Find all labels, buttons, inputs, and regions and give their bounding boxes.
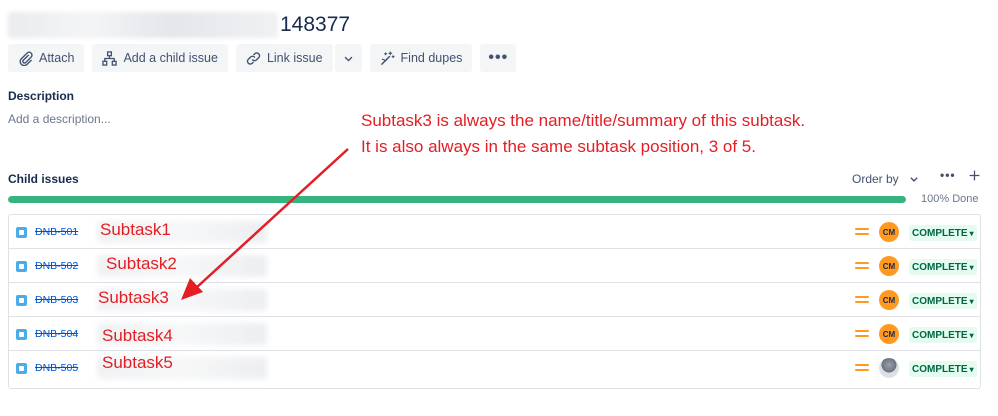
paperclip-icon — [19, 51, 33, 66]
redacted-title — [8, 12, 278, 38]
chevron-down-icon: ▾ — [969, 228, 974, 238]
child-issues-progress-bar — [8, 196, 906, 203]
status-badge[interactable]: COMPLETE ▾ — [909, 361, 977, 377]
plus-icon[interactable] — [968, 169, 981, 182]
chevron-down-icon — [344, 56, 352, 62]
issue-summary[interactable]: Subtask2 — [106, 254, 177, 274]
issue-key-link[interactable]: DNB-502 — [35, 260, 78, 272]
status-badge[interactable]: COMPLETE ▾ — [909, 327, 977, 343]
child-issues-heading: Child issues — [8, 172, 79, 186]
subtask-icon — [16, 261, 27, 272]
order-by-control[interactable]: Order by — [852, 172, 919, 186]
child-issue-row[interactable]: DNB-505 Subtask5 COMPLETE ▾ — [9, 351, 980, 385]
link-issue-dropdown-button[interactable] — [334, 44, 362, 72]
issue-key-link[interactable]: DNB-503 — [35, 294, 78, 306]
attach-label: Attach — [39, 51, 75, 65]
avatar[interactable]: CM — [879, 222, 899, 242]
description-heading: Description — [8, 89, 75, 103]
issue-key-link[interactable]: DNB-501 — [35, 226, 78, 238]
status-badge[interactable]: COMPLETE ▾ — [909, 259, 977, 275]
annotation-line-2: It is also always in the same subtask po… — [361, 137, 756, 156]
medium-priority-icon — [855, 227, 869, 237]
status-badge[interactable]: COMPLETE ▾ — [909, 225, 977, 241]
avatar[interactable]: CM — [879, 324, 899, 344]
find-dupes-label: Find dupes — [400, 51, 463, 65]
issue-toolbar: Attach Add a child issue Link issue Find… — [8, 44, 517, 72]
hierarchy-icon — [102, 50, 118, 66]
link-issue-label: Link issue — [266, 51, 323, 65]
link-issue-split-button: Link issue — [235, 44, 362, 72]
progress-fill — [8, 196, 906, 203]
status-label: COMPLETE — [912, 363, 968, 375]
chevron-down-icon: ▾ — [969, 330, 974, 340]
child-issues-list: DNB-501 Subtask1 CM COMPLETE ▾ DNB-502 Su… — [8, 214, 981, 389]
status-badge[interactable]: COMPLETE ▾ — [909, 293, 977, 309]
status-label: COMPLETE — [912, 329, 968, 341]
child-issue-row[interactable]: DNB-503 Subtask3 CM COMPLETE ▾ — [9, 283, 980, 317]
status-label: COMPLETE — [912, 227, 968, 239]
medium-priority-icon — [855, 329, 869, 339]
avatar[interactable]: CM — [879, 256, 899, 276]
avatar[interactable]: CM — [879, 290, 899, 310]
avatar[interactable] — [879, 358, 899, 378]
chevron-down-icon — [910, 177, 918, 182]
child-issue-row[interactable]: DNB-504 Subtask4 CM COMPLETE ▾ — [9, 317, 980, 351]
chevron-down-icon: ▾ — [969, 296, 974, 306]
issue-key-link[interactable]: DNB-504 — [35, 328, 78, 340]
subtask-icon — [16, 329, 27, 340]
issue-summary[interactable]: Subtask1 — [100, 220, 171, 240]
find-dupes-button[interactable]: Find dupes — [369, 44, 473, 72]
issue-title-text: 148377 — [280, 13, 351, 36]
progress-text: 100% Done — [921, 193, 979, 205]
status-label: COMPLETE — [912, 261, 968, 273]
child-issue-row[interactable]: DNB-501 Subtask1 CM COMPLETE ▾ — [9, 215, 980, 249]
medium-priority-icon — [855, 261, 869, 271]
attach-button[interactable]: Attach — [8, 44, 85, 72]
subtask-icon — [16, 295, 27, 306]
add-child-issue-label: Add a child issue — [123, 51, 218, 65]
more-actions-button[interactable]: ••• — [480, 44, 517, 72]
magic-wand-icon — [380, 50, 395, 65]
issue-summary[interactable]: Subtask3 — [98, 288, 169, 308]
chevron-down-icon: ▾ — [969, 364, 974, 374]
medium-priority-icon — [855, 295, 869, 305]
child-issues-actions: ••• — [940, 168, 981, 182]
child-issue-row[interactable]: DNB-502 Subtask2 CM COMPLETE ▾ — [9, 249, 980, 283]
add-child-issue-button[interactable]: Add a child issue — [92, 44, 228, 72]
order-by-label: Order by — [852, 172, 899, 186]
medium-priority-icon — [855, 363, 869, 373]
subtask-icon — [16, 363, 27, 374]
subtask-icon — [16, 227, 27, 238]
annotation-note: Subtask3 is always the name/title/summar… — [361, 108, 805, 160]
issue-key-link[interactable]: DNB-505 — [35, 362, 78, 374]
child-issues-more-button[interactable]: ••• — [940, 168, 956, 182]
issue-title[interactable]: 148377 — [8, 10, 350, 40]
chevron-down-icon: ▾ — [969, 262, 974, 272]
issue-summary[interactable]: Subtask5 — [102, 353, 173, 373]
issue-summary[interactable]: Subtask4 — [102, 326, 173, 346]
status-label: COMPLETE — [912, 295, 968, 307]
link-icon — [246, 51, 261, 65]
description-input[interactable]: Add a description... — [8, 112, 111, 126]
annotation-line-1: Subtask3 is always the name/title/summar… — [361, 111, 806, 130]
link-issue-button[interactable]: Link issue — [235, 44, 333, 72]
